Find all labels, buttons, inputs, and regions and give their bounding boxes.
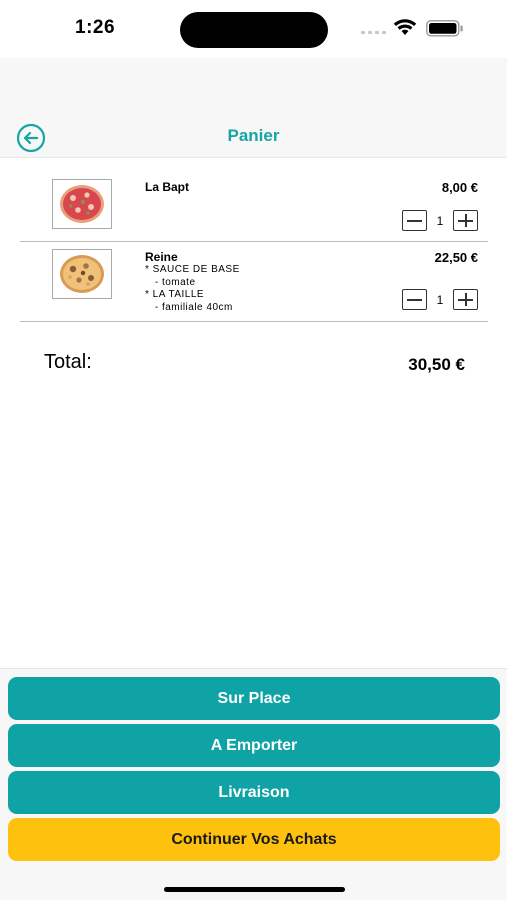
item-name: La Bapt [145, 180, 190, 194]
wifi-icon [393, 19, 417, 35]
battery-icon [426, 20, 463, 37]
total-label: Total: [44, 351, 92, 373]
home-indicator[interactable] [164, 887, 345, 892]
increase-quantity-button[interactable] [453, 289, 478, 310]
decrease-quantity-button[interactable] [402, 289, 427, 310]
order-actions: Sur Place A Emporter Livraison Continuer… [0, 668, 507, 900]
a-emporter-button[interactable]: A Emporter [8, 724, 500, 767]
product-image [52, 249, 112, 299]
item-name: Reine [145, 250, 178, 264]
total-value: 30,50 € [408, 355, 465, 374]
item-options: * SAUCE DE BASE - tomate * LA TAILLE - f… [145, 264, 240, 314]
navigation-bar: Panier [0, 58, 507, 158]
quantity-stepper: 1 [402, 210, 478, 231]
decrease-quantity-button[interactable] [402, 210, 427, 231]
status-time: 1:26 [75, 17, 116, 38]
quantity-value: 1 [436, 213, 444, 228]
cellular-signal-icon [361, 31, 386, 34]
page-title: Panier [227, 126, 280, 145]
product-image [52, 179, 112, 229]
sur-place-button[interactable]: Sur Place [8, 677, 500, 720]
item-option-line: * LA TAILLE [145, 289, 205, 300]
quantity-stepper: 1 [402, 289, 478, 310]
pizza-icon [60, 255, 104, 293]
quantity-value: 1 [436, 292, 444, 307]
item-price: 22,50 € [434, 250, 478, 265]
item-price: 8,00 € [441, 180, 478, 195]
dynamic-island [180, 12, 328, 48]
item-option-line: - tomate [145, 276, 196, 288]
increase-quantity-button[interactable] [453, 210, 478, 231]
cart-item: La Bapt 8,00 € 1 [20, 170, 488, 242]
pizza-icon [60, 185, 104, 223]
status-bar: 1:26 [0, 0, 507, 58]
continue-shopping-button[interactable]: Continuer Vos Achats [8, 818, 500, 861]
cart-item: Reine * SAUCE DE BASE - tomate * LA TAIL… [20, 242, 488, 322]
item-option-line: - familiale 40cm [145, 301, 233, 313]
livraison-button[interactable]: Livraison [8, 771, 500, 814]
item-option-line: * SAUCE DE BASE [145, 264, 240, 275]
